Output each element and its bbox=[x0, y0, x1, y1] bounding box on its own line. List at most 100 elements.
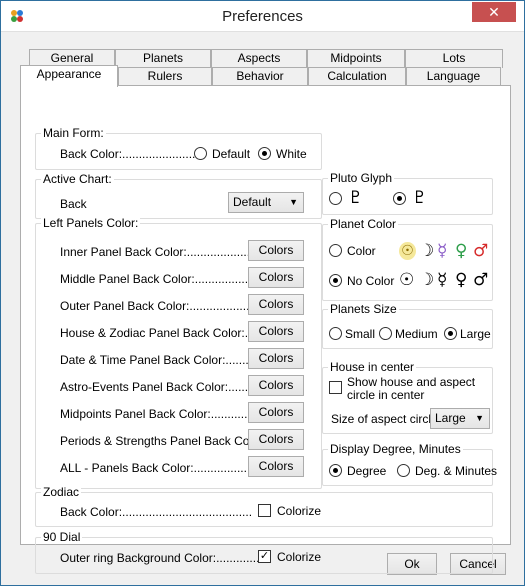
chevron-down-icon: ▼ bbox=[289, 197, 298, 207]
pluto-glyph-1-icon: ♇ bbox=[348, 188, 364, 208]
house-zodiac-panel-colors-button[interactable]: Colors bbox=[248, 321, 304, 342]
appearance-panel: Main Form: Back Color:..................… bbox=[20, 85, 511, 574]
sun-icon: ☉ bbox=[399, 270, 415, 290]
tab-midpoints[interactable]: Midpoints bbox=[307, 49, 405, 68]
show-house-aspect-label-1: Show house and aspect bbox=[347, 375, 476, 389]
dial90-title: 90 Dial bbox=[41, 530, 83, 544]
left-panels-color-title: Left Panels Color: bbox=[41, 216, 141, 230]
planets-size-large-label: Large bbox=[460, 327, 491, 341]
active-chart-back-label: Back bbox=[60, 197, 87, 211]
aspect-circle-size-value: Large bbox=[435, 411, 466, 425]
all-panels-colors-button[interactable]: Colors bbox=[248, 456, 304, 477]
zodiac-title: Zodiac bbox=[41, 485, 82, 499]
date-time-panel-label: Date & Time Panel Back Color:.......... bbox=[60, 353, 259, 367]
planet-color-color-radio[interactable] bbox=[329, 244, 342, 257]
all-panels-label: ALL - Panels Back Color:................… bbox=[60, 461, 264, 475]
main-form-white-label: White bbox=[276, 147, 307, 161]
planet-color-color-label: Color bbox=[347, 244, 376, 258]
tab-planets[interactable]: Planets bbox=[115, 49, 211, 68]
zodiac-group: Zodiac Back Color:......................… bbox=[35, 485, 493, 527]
midpoints-panel-label: Midpoints Panel Back Color:.............… bbox=[60, 407, 261, 421]
venus-color-icon: ♀ bbox=[455, 241, 468, 261]
active-chart-back-select[interactable]: Default ▼ bbox=[228, 192, 304, 213]
inner-panel-label: Inner Panel Back Color:.................… bbox=[60, 245, 267, 259]
zodiac-back-color-label: Back Color:.............................… bbox=[60, 505, 253, 519]
house-center-title: House in center bbox=[328, 360, 417, 374]
dial90-colorize-label: Colorize bbox=[277, 550, 322, 564]
pluto-glyph-2-radio[interactable] bbox=[393, 192, 406, 205]
main-form-back-color-label: Back Color:........................ bbox=[60, 147, 203, 161]
show-house-aspect-checkbox[interactable] bbox=[329, 381, 342, 394]
planets-size-group: Planets Size Small Medium Large bbox=[322, 302, 493, 349]
planet-color-no-color-radio[interactable] bbox=[329, 274, 342, 287]
planet-color-title: Planet Color bbox=[328, 217, 399, 231]
house-zodiac-panel-label: House & Zodiac Panel Back Color:.... bbox=[60, 326, 259, 340]
zodiac-colorize-checkbox[interactable] bbox=[258, 504, 271, 517]
mercury-icon: ☿ bbox=[437, 270, 448, 290]
dial90-colorize-checkbox[interactable]: ✓ bbox=[258, 550, 271, 563]
outer-panel-label: Outer Panel Back Color:.................… bbox=[60, 299, 270, 313]
display-degree-group: Display Degree, Minutes Degree Deg. & Mi… bbox=[322, 442, 497, 486]
pluto-glyph-group: Pluto Glyph ♇ ♇ bbox=[322, 171, 493, 215]
window-title: Preferences bbox=[222, 8, 303, 25]
main-form-default-label: Default bbox=[212, 147, 251, 161]
chevron-down-icon: ▼ bbox=[475, 413, 484, 423]
show-house-aspect-label-2: circle in center bbox=[347, 388, 425, 402]
display-degree-deg-min-label: Deg. & Minutes bbox=[415, 464, 498, 478]
zodiac-colorize-label: Colorize bbox=[277, 504, 322, 518]
outer-panel-colors-button[interactable]: Colors bbox=[248, 294, 304, 315]
display-degree-degree-radio[interactable] bbox=[329, 464, 342, 477]
sun-color-icon: ☉ bbox=[399, 242, 416, 260]
planets-size-title: Planets Size bbox=[328, 302, 399, 316]
aspect-circle-size-select[interactable]: Large ▼ bbox=[430, 408, 490, 429]
main-form-default-radio[interactable] bbox=[194, 147, 207, 160]
title-bar: Preferences ✕ bbox=[1, 1, 524, 32]
tab-calculation[interactable]: Calculation bbox=[308, 67, 406, 86]
middle-panel-colors-button[interactable]: Colors bbox=[248, 267, 304, 288]
main-form-group: Main Form: Back Color:..................… bbox=[35, 126, 322, 170]
mercury-color-icon: ☿ bbox=[437, 241, 448, 261]
preferences-window: Preferences ✕ General Planets Aspects Mi… bbox=[0, 0, 525, 586]
tab-aspects[interactable]: Aspects bbox=[211, 49, 307, 68]
inner-panel-colors-button[interactable]: Colors bbox=[248, 240, 304, 261]
mars-color-icon: ♂ bbox=[473, 241, 489, 261]
moon-color-icon: ☽ bbox=[419, 241, 435, 261]
planets-size-small-label: Small bbox=[345, 327, 376, 341]
astro-events-panel-label: Astro-Events Panel Back Color:.......... bbox=[60, 380, 262, 394]
midpoints-panel-colors-button[interactable]: Colors bbox=[248, 402, 304, 423]
dial90-group: 90 Dial Outer ring Background Color:....… bbox=[35, 530, 493, 574]
mars-icon: ♂ bbox=[473, 270, 489, 290]
tab-rulers[interactable]: Rulers bbox=[118, 67, 212, 86]
planet-color-no-color-label: No Color bbox=[347, 274, 395, 288]
astro-events-panel-colors-button[interactable]: Colors bbox=[248, 375, 304, 396]
middle-panel-label: Middle Panel Back Color:................… bbox=[60, 272, 269, 286]
periods-strengths-panel-label: Periods & Strengths Panel Back Color: bbox=[60, 434, 267, 448]
tab-behavior[interactable]: Behavior bbox=[212, 67, 308, 86]
main-form-white-radio[interactable] bbox=[258, 147, 271, 160]
pluto-glyph-1-radio[interactable] bbox=[329, 192, 342, 205]
tab-language[interactable]: Language bbox=[406, 67, 501, 86]
close-button[interactable]: ✕ bbox=[472, 2, 516, 22]
display-degree-deg-min-radio[interactable] bbox=[397, 464, 410, 477]
tab-appearance[interactable]: Appearance bbox=[20, 65, 118, 87]
display-degree-title: Display Degree, Minutes bbox=[328, 442, 463, 456]
planets-size-medium-radio[interactable] bbox=[379, 327, 392, 340]
pluto-glyph-title: Pluto Glyph bbox=[328, 171, 395, 185]
active-chart-back-value: Default bbox=[233, 195, 272, 209]
planets-size-medium-label: Medium bbox=[395, 327, 438, 341]
pluto-glyph-2-icon: ♇ bbox=[412, 188, 428, 208]
active-chart-group: Active Chart: Back Default ▼ bbox=[35, 172, 322, 219]
close-icon: ✕ bbox=[488, 4, 500, 20]
display-degree-degree-label: Degree bbox=[347, 464, 387, 478]
tab-lots[interactable]: Lots bbox=[405, 49, 503, 68]
planet-color-group: Planet Color Color ☉ ☽ ☿ ♀ ♂ No Color ☉ … bbox=[322, 217, 493, 301]
house-center-group: House in center Show house and aspect ci… bbox=[322, 360, 493, 434]
periods-strengths-panel-colors-button[interactable]: Colors bbox=[248, 429, 304, 450]
planets-size-large-radio[interactable] bbox=[444, 327, 457, 340]
planets-size-small-radio[interactable] bbox=[329, 327, 342, 340]
date-time-panel-colors-button[interactable]: Colors bbox=[248, 348, 304, 369]
moon-icon: ☽ bbox=[419, 270, 435, 290]
active-chart-title: Active Chart: bbox=[41, 172, 114, 186]
venus-icon: ♀ bbox=[455, 270, 468, 290]
main-form-title: Main Form: bbox=[41, 126, 106, 140]
